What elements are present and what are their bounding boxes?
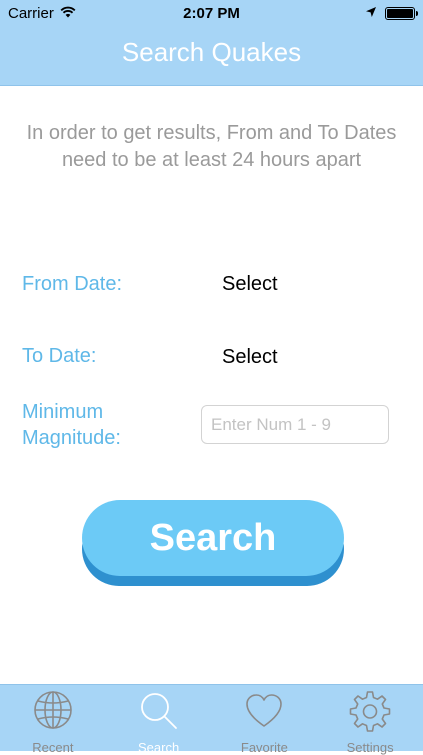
page-title: Search Quakes — [121, 37, 302, 67]
search-icon — [137, 689, 181, 738]
from-date-select[interactable]: Select — [222, 271, 278, 297]
tab-favorite[interactable]: Favorite — [212, 685, 318, 755]
tab-search[interactable]: Search — [106, 685, 212, 755]
tab-search-label: Search — [138, 740, 180, 755]
status-time: 2:07 PM — [183, 5, 240, 22]
location-arrow-icon — [365, 5, 377, 22]
minimum-magnitude-label: Minimum Magnitude: — [22, 399, 121, 451]
tab-recent[interactable]: Recent — [0, 685, 106, 755]
minimum-magnitude-label-line2: Magnitude: — [22, 427, 121, 449]
to-date-label: To Date: — [22, 345, 97, 367]
minimum-magnitude-label-line1: Minimum — [22, 401, 104, 423]
globe-icon — [31, 689, 75, 738]
search-button-container: Search — [82, 500, 344, 586]
status-bar: Carrier 2:07 PM — [0, 0, 423, 28]
tab-bar: Recent Search Favorite Settings — [0, 684, 423, 755]
gear-icon — [348, 689, 392, 738]
navigation-header: Carrier 2:07 PM Search Quakes — [0, 0, 423, 86]
tab-recent-label: Recent — [32, 740, 74, 755]
tab-settings[interactable]: Settings — [317, 685, 423, 755]
search-button[interactable]: Search — [82, 500, 344, 576]
battery-icon — [385, 7, 418, 20]
status-right — [365, 5, 418, 22]
tab-settings-label: Settings — [346, 740, 394, 755]
minimum-magnitude-input[interactable] — [201, 405, 389, 444]
heart-icon — [242, 689, 286, 738]
from-date-label: From Date: — [22, 273, 123, 295]
tab-favorite-label: Favorite — [240, 740, 288, 755]
instructions-text: In order to get results, From and To Dat… — [26, 122, 397, 171]
to-date-select[interactable]: Select — [222, 344, 278, 370]
